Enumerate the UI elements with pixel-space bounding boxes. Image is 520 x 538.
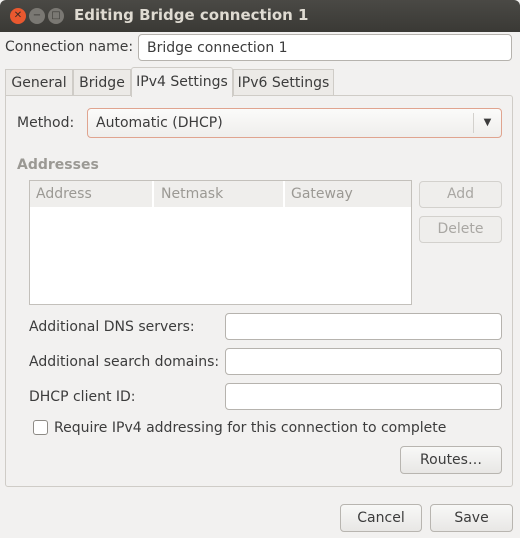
connection-name-label: Connection name: [5, 39, 134, 55]
minimize-icon[interactable]: − [29, 8, 45, 24]
dns-label: Additional DNS servers: [29, 319, 195, 335]
column-header-gateway[interactable]: Gateway [285, 181, 411, 207]
require-ipv4-label[interactable]: Require IPv4 addressing for this connect… [54, 420, 446, 436]
method-dropdown[interactable]: Automatic (DHCP) ▼ [87, 108, 502, 138]
save-button[interactable]: Save [430, 504, 513, 532]
column-header-netmask[interactable]: Netmask [155, 181, 285, 207]
maximize-icon[interactable]: □ [48, 8, 64, 24]
method-value: Automatic (DHCP) [96, 115, 223, 131]
title-bar: ✕ − □ Editing Bridge connection 1 [0, 0, 520, 32]
addresses-table: Address Netmask Gateway [29, 180, 412, 305]
dhcp-client-id-input[interactable] [225, 383, 502, 410]
dns-servers-input[interactable] [225, 313, 502, 340]
search-domains-input[interactable] [225, 348, 502, 375]
connection-name-input[interactable]: Bridge connection 1 [138, 34, 512, 61]
require-ipv4-checkbox[interactable] [33, 420, 48, 435]
tab-label: IPv4 Settings [136, 74, 228, 90]
chevron-down-icon: ▼ [473, 113, 501, 133]
add-button[interactable]: Add [419, 181, 502, 208]
cancel-button[interactable]: Cancel [340, 504, 422, 532]
method-label: Method: [17, 115, 75, 131]
tab-label: IPv6 Settings [237, 75, 330, 91]
column-header-address[interactable]: Address [30, 181, 154, 207]
routes-button[interactable]: Routes… [400, 446, 502, 474]
dhcp-client-id-label: DHCP client ID: [29, 389, 136, 405]
connection-name-value: Bridge connection 1 [147, 40, 288, 56]
tab-ipv6-settings[interactable]: IPv6 Settings [233, 69, 334, 96]
tab-general[interactable]: General [5, 69, 73, 96]
tab-ipv4-settings[interactable]: IPv4 Settings [131, 67, 233, 97]
addresses-heading: Addresses [17, 157, 99, 173]
search-domains-label: Additional search domains: [29, 354, 220, 370]
delete-button[interactable]: Delete [419, 216, 502, 243]
close-icon[interactable]: ✕ [10, 8, 26, 24]
tab-label: Bridge [79, 75, 125, 91]
table-header: Address Netmask Gateway [30, 181, 411, 207]
tab-label: General [11, 75, 67, 91]
window-title: Editing Bridge connection 1 [74, 6, 309, 24]
tab-bridge[interactable]: Bridge [73, 69, 131, 96]
